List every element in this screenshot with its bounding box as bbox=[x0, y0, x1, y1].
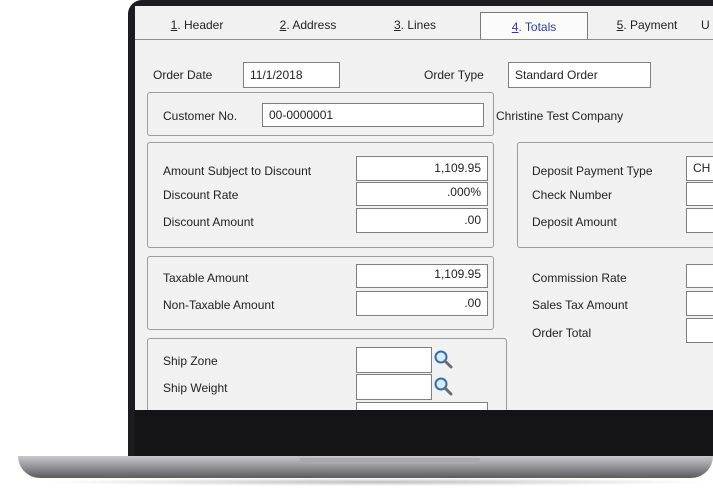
ship-weight-label: Ship Weight bbox=[163, 381, 228, 395]
partial-field[interactable] bbox=[356, 402, 488, 410]
tab-user-defined-label: U bbox=[701, 18, 710, 32]
order-type-label: Order Type bbox=[424, 68, 484, 82]
tab-lines-key: 3 bbox=[393, 18, 401, 32]
deposit-payment-type-field[interactable]: CH bbox=[686, 156, 713, 181]
laptop-shadow bbox=[40, 478, 713, 486]
tab-payment[interactable]: 5. Payment bbox=[598, 14, 696, 36]
tab-address-label: . Address bbox=[286, 18, 337, 32]
order-date-field[interactable]: 11/1/2018 bbox=[243, 62, 340, 88]
commission-rate-label: Commission Rate bbox=[532, 271, 627, 285]
check-number-label: Check Number bbox=[532, 188, 613, 202]
amount-subject-label: Amount Subject to Discount bbox=[163, 164, 312, 178]
non-taxable-amount-label: Non-Taxable Amount bbox=[163, 298, 275, 312]
check-number-field[interactable] bbox=[686, 182, 713, 206]
screen-bezel bbox=[135, 410, 713, 456]
order-date-label: Order Date bbox=[153, 68, 213, 82]
tab-totals-label: . Totals bbox=[518, 19, 557, 34]
commission-rate-field[interactable] bbox=[686, 264, 713, 288]
discount-rate-field[interactable]: .000% bbox=[356, 182, 488, 206]
order-type-field[interactable]: Standard Order bbox=[508, 62, 651, 88]
tab-address[interactable]: 2. Address bbox=[263, 14, 353, 36]
tab-header[interactable]: 1. Header bbox=[153, 14, 241, 36]
tab-lines[interactable]: 3. Lines bbox=[375, 14, 455, 36]
magnifier-icon[interactable] bbox=[433, 376, 453, 396]
sales-tax-amount-field[interactable] bbox=[686, 291, 713, 316]
discount-rate-label: Discount Rate bbox=[163, 188, 239, 202]
tab-lines-label: . Lines bbox=[400, 18, 437, 32]
ship-zone-label: Ship Zone bbox=[163, 354, 218, 368]
discount-amount-label: Discount Amount bbox=[163, 215, 254, 229]
deposit-amount-field[interactable] bbox=[686, 208, 713, 233]
customer-name: Christine Test Company bbox=[496, 109, 624, 123]
magnifier-icon[interactable] bbox=[433, 349, 453, 369]
shipping-group bbox=[147, 338, 507, 410]
order-total-field[interactable] bbox=[686, 318, 713, 343]
laptop-hinge-notch bbox=[300, 458, 480, 464]
order-total-label: Order Total bbox=[532, 326, 592, 340]
tab-bar: 1. Header 2. Address 3. Lines 4. Totals … bbox=[135, 6, 713, 40]
discount-amount-field[interactable]: .00 bbox=[356, 208, 488, 233]
taxable-amount-label: Taxable Amount bbox=[163, 271, 249, 285]
tab-address-key: 2 bbox=[279, 18, 287, 32]
tab-user-defined[interactable]: U bbox=[701, 14, 713, 36]
customer-no-field[interactable]: 00-0000001 bbox=[262, 103, 484, 127]
tab-divider bbox=[135, 39, 713, 40]
tab-payment-label: . Payment bbox=[623, 18, 678, 32]
taxable-amount-field[interactable]: 1,109.95 bbox=[356, 264, 488, 288]
customer-no-label: Customer No. bbox=[163, 109, 238, 123]
tab-header-key: 1 bbox=[170, 18, 178, 32]
tab-totals-key: 4 bbox=[511, 19, 519, 34]
ship-weight-field[interactable] bbox=[356, 374, 432, 400]
tab-header-label: . Header bbox=[177, 18, 224, 32]
ship-zone-field[interactable] bbox=[356, 347, 432, 373]
non-taxable-amount-field[interactable]: .00 bbox=[356, 291, 488, 316]
tab-payment-key: 5 bbox=[616, 18, 624, 32]
tab-totals[interactable]: 4. Totals bbox=[480, 12, 588, 40]
deposit-amount-label: Deposit Amount bbox=[532, 215, 617, 229]
amount-subject-field[interactable]: 1,109.95 bbox=[356, 156, 488, 181]
deposit-payment-type-label: Deposit Payment Type bbox=[532, 164, 653, 178]
sales-tax-amount-label: Sales Tax Amount bbox=[532, 298, 628, 312]
sales-order-window: 1. Header 2. Address 3. Lines 4. Totals … bbox=[135, 6, 713, 410]
